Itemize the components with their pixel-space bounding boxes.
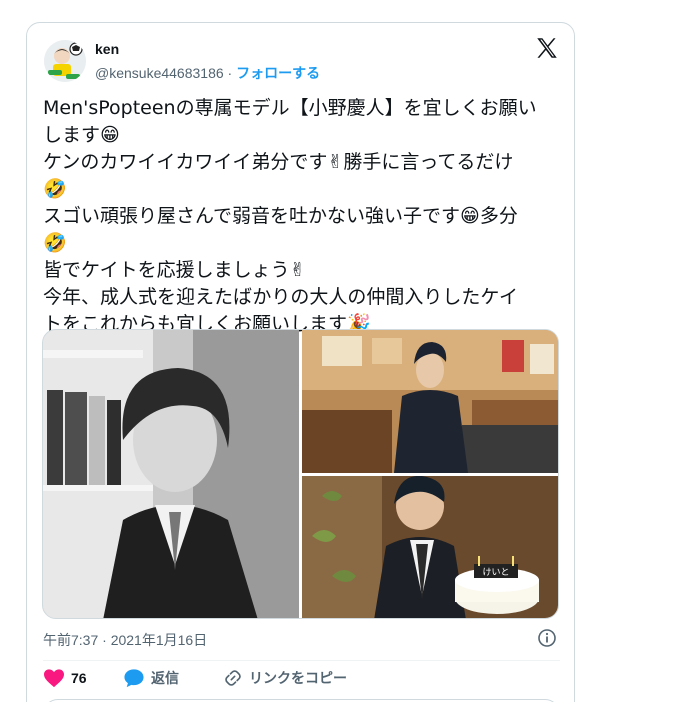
tweet-line: Men'sPopteenの専属モデル【小野慶人】を宜しくお願い xyxy=(43,97,537,119)
x-logo-icon[interactable] xyxy=(534,35,560,61)
copy-link-button[interactable]: リンクをコピー xyxy=(223,668,347,688)
tweet-line: ケンのカワイイカワイイ弟分です✌勝手に言ってるだけ xyxy=(43,151,514,173)
author-handle[interactable]: @kensuke44683186 xyxy=(95,65,224,81)
like-count: 76 xyxy=(71,670,87,686)
tweet-line: 🤣 xyxy=(43,232,67,254)
link-icon xyxy=(223,668,243,688)
photo-restaurant[interactable] xyxy=(302,330,558,473)
timestamp[interactable]: 午前7:37 · 2021年1月16日 xyxy=(43,630,207,650)
divider xyxy=(43,660,560,661)
like-button[interactable]: 76 xyxy=(43,668,87,688)
photo-cake[interactable]: けいと xyxy=(302,475,558,618)
follow-button[interactable]: フォローする xyxy=(236,65,320,81)
tweet-line: スゴい頑張り屋さんで弱音を吐かない強い子です😁多分 xyxy=(43,205,518,227)
handle-row: @kensuke44683186 · フォローする xyxy=(95,63,320,83)
action-bar: 76 返信 リンクをコピー xyxy=(43,668,543,692)
photo-portrait-bw[interactable] xyxy=(43,330,299,618)
author-name[interactable]: ken xyxy=(95,41,119,57)
tweet-line: 🤣 xyxy=(43,178,67,200)
tweet-line: 皆でケイトを応援しましょう✌ xyxy=(43,259,306,281)
info-icon[interactable] xyxy=(537,628,557,648)
reply-icon xyxy=(123,668,145,688)
heart-icon xyxy=(43,668,65,688)
media-grid: けいと xyxy=(42,329,559,619)
avatar[interactable] xyxy=(44,40,86,82)
tweet-text: Men'sPopteenの専属モデル【小野慶人】を宜しくお願い します😁 ケンの… xyxy=(43,95,563,338)
reply-label: 返信 xyxy=(151,670,179,686)
tweet-card: ken @kensuke44683186 · フォローする Men'sPopte… xyxy=(26,22,575,702)
reply-button[interactable]: 返信 xyxy=(123,668,179,688)
cake-sign-text: けいと xyxy=(482,567,509,578)
copy-link-label: リンクをコピー xyxy=(249,670,347,686)
separator: · xyxy=(227,65,233,81)
tweet-line: 今年、成人式を迎えたばかりの大人の仲間入りしたケイ xyxy=(43,286,519,308)
tweet-line: します😁 xyxy=(43,124,120,146)
